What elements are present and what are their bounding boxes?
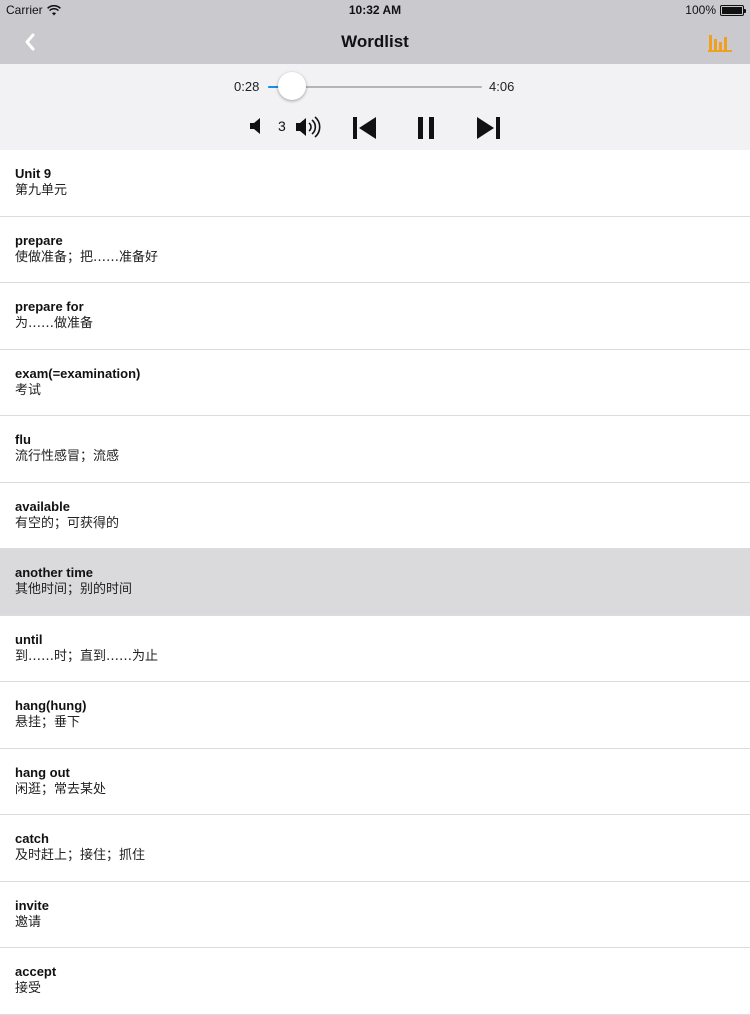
word-term: catch [15,831,49,846]
word-row[interactable]: catch 及时赶上；接住；抓住 [0,815,750,882]
word-row[interactable]: hang(hung) 悬挂；垂下 [0,682,750,749]
word-term: available [15,498,70,514]
speaker-icon [250,118,260,134]
speaker-loud-icon [296,116,321,138]
word-meaning: 悬挂；垂下 [15,715,81,730]
word-meaning: 邀请 [15,914,42,930]
total-time: 4:06 [489,79,515,94]
word-term: hang out [15,764,70,780]
statistics-button[interactable] [708,32,732,52]
bar-chart-icon [708,35,732,52]
battery-icon [720,4,746,16]
word-meaning: 其他时间；别的时间 [15,582,133,597]
word-row[interactable]: accept 接受 [0,948,750,1015]
pause-button[interactable] [416,116,436,140]
word-row[interactable]: until 到……时；直到……为止 [0,615,750,682]
skip-back-icon [353,117,376,139]
word-row[interactable]: prepare 使做准备；把……准备好 [0,216,750,283]
word-meaning: 接受 [15,981,42,996]
word-row[interactable]: another time 其他时间；别的时间 [0,549,750,616]
word-term: until [15,631,43,647]
word-term: accept [15,964,57,979]
volume-down-button[interactable] [248,116,266,136]
word-term: hang(hung) [15,698,87,713]
next-track-button[interactable] [475,116,501,140]
status-time: 10:32 AM [348,3,402,17]
word-term: prepare for [15,299,84,314]
word-row[interactable]: prepare for 为……做准备 [0,283,750,350]
battery-percent: 100% [685,3,716,17]
word-meaning: 为……做准备 [15,316,94,331]
volume-up-button[interactable] [295,114,325,140]
skip-forward-icon [477,117,500,139]
status-bar: Carrier 10:32 AM 100% [0,0,750,20]
pause-icon [418,117,434,139]
word-row[interactable]: available 有空的；可获得的 [0,482,750,549]
battery-info: 100% [685,3,746,17]
word-row[interactable]: exam(=examination) 考试 [0,349,750,416]
previous-track-button[interactable] [352,116,378,140]
word-meaning: 第九单元 [15,183,68,198]
word-meaning: 及时赶上；接住；抓住 [15,848,146,863]
word-row[interactable]: Unit 9 第九单元 [0,150,750,217]
progress-thumb[interactable] [278,72,307,100]
word-term: Unit 9 [15,166,52,181]
navigation-bar: Wordlist [0,20,750,64]
word-row[interactable]: hang out 闲逛；常去某处 [0,748,750,815]
current-time: 0:28 [234,79,260,94]
word-row[interactable]: flu 流行性感冒；流感 [0,416,750,483]
word-meaning: 闲逛；常去某处 [15,781,107,797]
word-term: prepare [15,232,63,248]
word-row[interactable]: invite 邀请 [0,881,750,948]
word-meaning: 使做准备；把……准备好 [15,249,159,265]
audio-player: 0:28 4:06 3 [0,64,750,150]
word-meaning: 有空的；可获得的 [15,515,120,531]
word-meaning: 到……时；直到……为止 [15,648,159,664]
volume-level: 3 [278,118,286,134]
word-meaning: 考试 [15,382,42,398]
word-list: Unit 9 第九单元 prepare 使做准备；把……准备好 prepare for 为… [0,150,750,1015]
word-term: another time [15,565,94,580]
page-title: Wordlist [341,32,409,51]
word-term: invite [15,897,49,913]
word-term: exam(=examination) [15,365,141,381]
word-meaning: 流行性感冒；流感 [15,449,120,464]
word-term: flu [15,432,31,447]
